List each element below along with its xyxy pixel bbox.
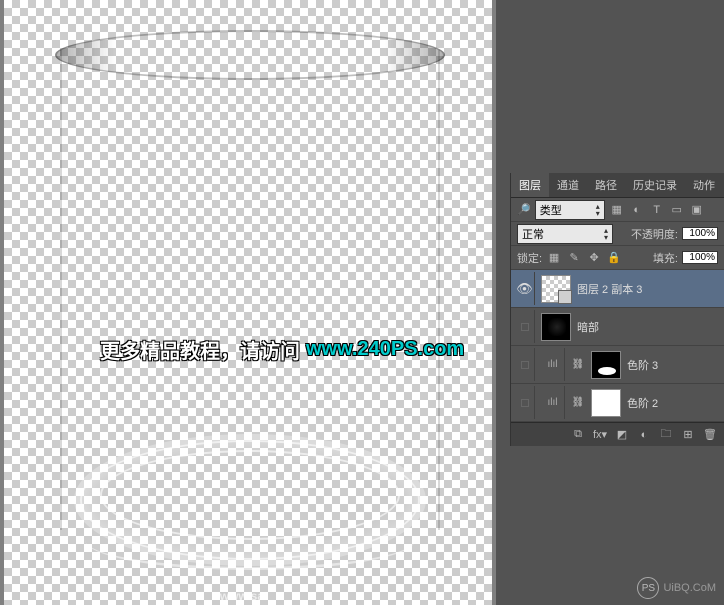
visibility-off-icon [521, 399, 529, 407]
watermark-logo: PS UiBQ.CoM [637, 577, 716, 599]
dropdown-arrows-icon: ▴▾ [604, 227, 608, 241]
overlay-cn-text: 更多精品教程，请访问 [100, 335, 300, 364]
layer-name[interactable]: 暗部 [577, 319, 599, 335]
watermark-bottom-text: www.sa [220, 589, 264, 603]
layer-row[interactable]: ılıl ⛓ 色阶 2 [511, 384, 724, 422]
blend-mode-value: 正常 [522, 226, 544, 242]
layer-name[interactable]: 图层 2 副本 3 [577, 281, 642, 297]
filter-type-value: 类型 [540, 202, 562, 218]
visibility-toggle[interactable] [515, 348, 535, 381]
filter-smart-icon[interactable]: ▣ [689, 202, 705, 218]
new-layer-button[interactable]: ⊞ [678, 426, 698, 444]
visibility-toggle[interactable] [515, 310, 535, 343]
blend-mode-dropdown[interactable]: 正常 ▴▾ [517, 224, 613, 244]
watermark-logo-text: UiBQ.CoM [663, 582, 716, 594]
lock-fill-row: 锁定: ▦ ✎ ✥ 🔒 填充: 100% [511, 246, 724, 270]
layer-row[interactable]: 👁 图层 2 副本 3 [511, 270, 724, 308]
visibility-off-icon [521, 323, 529, 331]
opacity-value[interactable]: 100% [682, 227, 718, 240]
link-icon: ⛓ [571, 397, 585, 408]
layers-list: 👁 图层 2 副本 3 暗部 ılıl ⛓ 色阶 3 ılıl [511, 270, 724, 422]
delete-layer-button[interactable]: 🗑 [700, 426, 720, 444]
eye-icon: 👁 [516, 281, 533, 297]
overlay-url-text: www.240PS.com [306, 338, 464, 361]
panel-tabs: 图层 通道 路径 历史记录 动作 [511, 173, 724, 198]
layer-row[interactable]: ılıl ⛓ 色阶 3 [511, 346, 724, 384]
fill-value[interactable]: 100% [682, 251, 718, 264]
lock-transparency-icon[interactable]: ▦ [546, 250, 562, 266]
search-icon: 🔎 [517, 203, 531, 216]
filter-shape-icon[interactable]: ▭ [669, 202, 685, 218]
link-layers-button[interactable]: ⧉ [568, 426, 588, 444]
layer-filter-row: 🔎 类型 ▴▾ ▦ ◐ T ▭ ▣ [511, 198, 724, 222]
levels-icon: ılıl [541, 386, 565, 419]
lock-label: 锁定: [517, 250, 542, 266]
lock-position-icon[interactable]: ✥ [586, 250, 602, 266]
link-icon: ⛓ [571, 359, 585, 370]
layer-row[interactable]: 暗部 [511, 308, 724, 346]
visibility-off-icon [521, 361, 529, 369]
blend-opacity-row: 正常 ▴▾ 不透明度: 100% [511, 222, 724, 246]
add-mask-button[interactable]: ◩ [612, 426, 632, 444]
filter-pixel-icon[interactable]: ▦ [609, 202, 625, 218]
layer-thumbnail[interactable] [541, 313, 571, 341]
lock-pixels-icon[interactable]: ✎ [566, 250, 582, 266]
opacity-label: 不透明度: [631, 226, 678, 242]
layer-name[interactable]: 色阶 3 [627, 357, 658, 373]
filter-text-icon[interactable]: T [649, 202, 665, 218]
levels-icon: ılıl [541, 348, 565, 381]
panel-footer: ⧉ fx▾ ◩ ◐ 🗀 ⊞ 🗑 [511, 422, 724, 446]
layer-mask-thumbnail[interactable] [591, 351, 621, 379]
new-group-button[interactable]: 🗀 [656, 426, 676, 444]
canvas-area[interactable]: 更多精品教程，请访问 www.240PS.com www.sa [0, 0, 496, 605]
tab-paths[interactable]: 路径 [587, 173, 625, 197]
filter-adjust-icon[interactable]: ◐ [629, 202, 645, 218]
watermark-logo-badge: PS [637, 577, 659, 599]
filter-type-dropdown[interactable]: 类型 ▴▾ [535, 200, 605, 220]
layer-thumbnail[interactable] [541, 275, 571, 303]
glass-artwork [50, 30, 450, 570]
visibility-toggle[interactable]: 👁 [515, 272, 535, 305]
layer-name[interactable]: 色阶 2 [627, 395, 658, 411]
layer-fx-button[interactable]: fx▾ [590, 426, 610, 444]
overlay-watermark-text: 更多精品教程，请访问 www.240PS.com [100, 335, 464, 364]
lock-all-icon[interactable]: 🔒 [606, 250, 622, 266]
tab-layers[interactable]: 图层 [511, 173, 549, 197]
layers-panel: 图层 通道 路径 历史记录 动作 🔎 类型 ▴▾ ▦ ◐ T ▭ ▣ 正常 ▴▾… [510, 173, 724, 446]
visibility-toggle[interactable] [515, 386, 535, 419]
dropdown-arrows-icon: ▴▾ [596, 203, 600, 217]
tab-channels[interactable]: 通道 [549, 173, 587, 197]
fill-label: 填充: [653, 250, 678, 266]
tab-actions[interactable]: 动作 [685, 173, 723, 197]
add-adjustment-button[interactable]: ◐ [634, 426, 654, 444]
layer-mask-thumbnail[interactable] [591, 389, 621, 417]
tab-history[interactable]: 历史记录 [625, 173, 685, 197]
